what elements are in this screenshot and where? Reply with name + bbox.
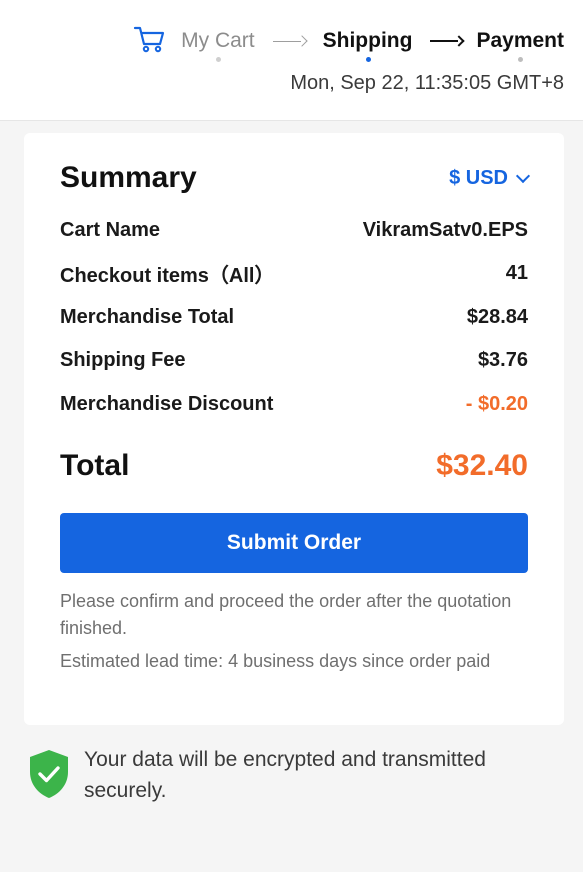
shield-check-icon (30, 750, 68, 798)
summary-row-value: $3.76 (477, 348, 528, 371)
step-payment-dot (518, 57, 524, 62)
currency-selector[interactable]: $ USD (449, 167, 531, 190)
summary-row-cart-name: Cart Name VikramSatv0.EPS (60, 216, 528, 244)
summary-row-label: Checkout items（All） (60, 264, 275, 287)
summary-row-merchandise-total: Merchandise Total $28.84 (60, 303, 528, 331)
submit-order-button[interactable]: Submit Order (60, 513, 528, 573)
total-label: Total (60, 449, 130, 482)
cart-icon[interactable] (133, 22, 167, 56)
step-shipping-label: Shipping (322, 29, 413, 52)
total-row: Total $32.40 (60, 445, 528, 487)
step-shipping-dot (365, 57, 371, 62)
summary-row-checkout-items: Checkout items（All） 41 (60, 259, 528, 287)
summary-row-merchandise-discount: Merchandise Discount - $0.20 (60, 390, 528, 418)
summary-row-value: - $0.20 (465, 392, 528, 415)
summary-row-value: VikramSatv0.EPS (362, 218, 528, 241)
timestamp: Mon, Sep 22, 11:35:05 GMT+8 (290, 72, 564, 94)
currency-label: $ USD (449, 167, 508, 189)
checkout-steps: My Cart Shipping Payment (133, 24, 564, 64)
step-shipping[interactable]: Shipping (322, 24, 413, 62)
step-payment-label: Payment (476, 29, 564, 52)
order-summary-card: Summary $ USD Cart Name VikramSatv0.EPS … (24, 133, 564, 725)
lead-time-note: Estimated lead time: 4 business days sin… (60, 651, 491, 671)
chevron-down-icon (515, 168, 531, 183)
summary-row-label: Cart Name (60, 218, 161, 241)
summary-row-value: $28.84 (466, 305, 528, 328)
summary-row-label: Shipping Fee (60, 348, 186, 371)
confirm-note: Please confirm and proceed the order aft… (60, 591, 512, 638)
total-value: $32.40 (436, 449, 528, 482)
security-message: Your data will be encrypted and transmit… (84, 748, 486, 802)
step-arrow-icon (430, 24, 466, 58)
summary-title: Summary (60, 161, 197, 194)
step-my-cart-label: My Cart (181, 29, 255, 52)
summary-row-label: Merchandise Total (60, 305, 235, 328)
step-my-cart[interactable]: My Cart (181, 24, 255, 62)
step-my-cart-dot (215, 57, 221, 62)
step-arrow-icon (272, 24, 308, 58)
step-payment[interactable]: Payment (476, 24, 564, 62)
summary-row-label: Merchandise Discount (60, 392, 274, 415)
summary-row-shipping-fee: Shipping Fee $3.76 (60, 346, 528, 374)
checkout-header: My Cart Shipping Payment Mon, Sep 22, 11… (0, 0, 583, 121)
security-notice: Your data will be encrypted and transmit… (28, 744, 568, 806)
summary-row-value: 41 (505, 261, 528, 284)
